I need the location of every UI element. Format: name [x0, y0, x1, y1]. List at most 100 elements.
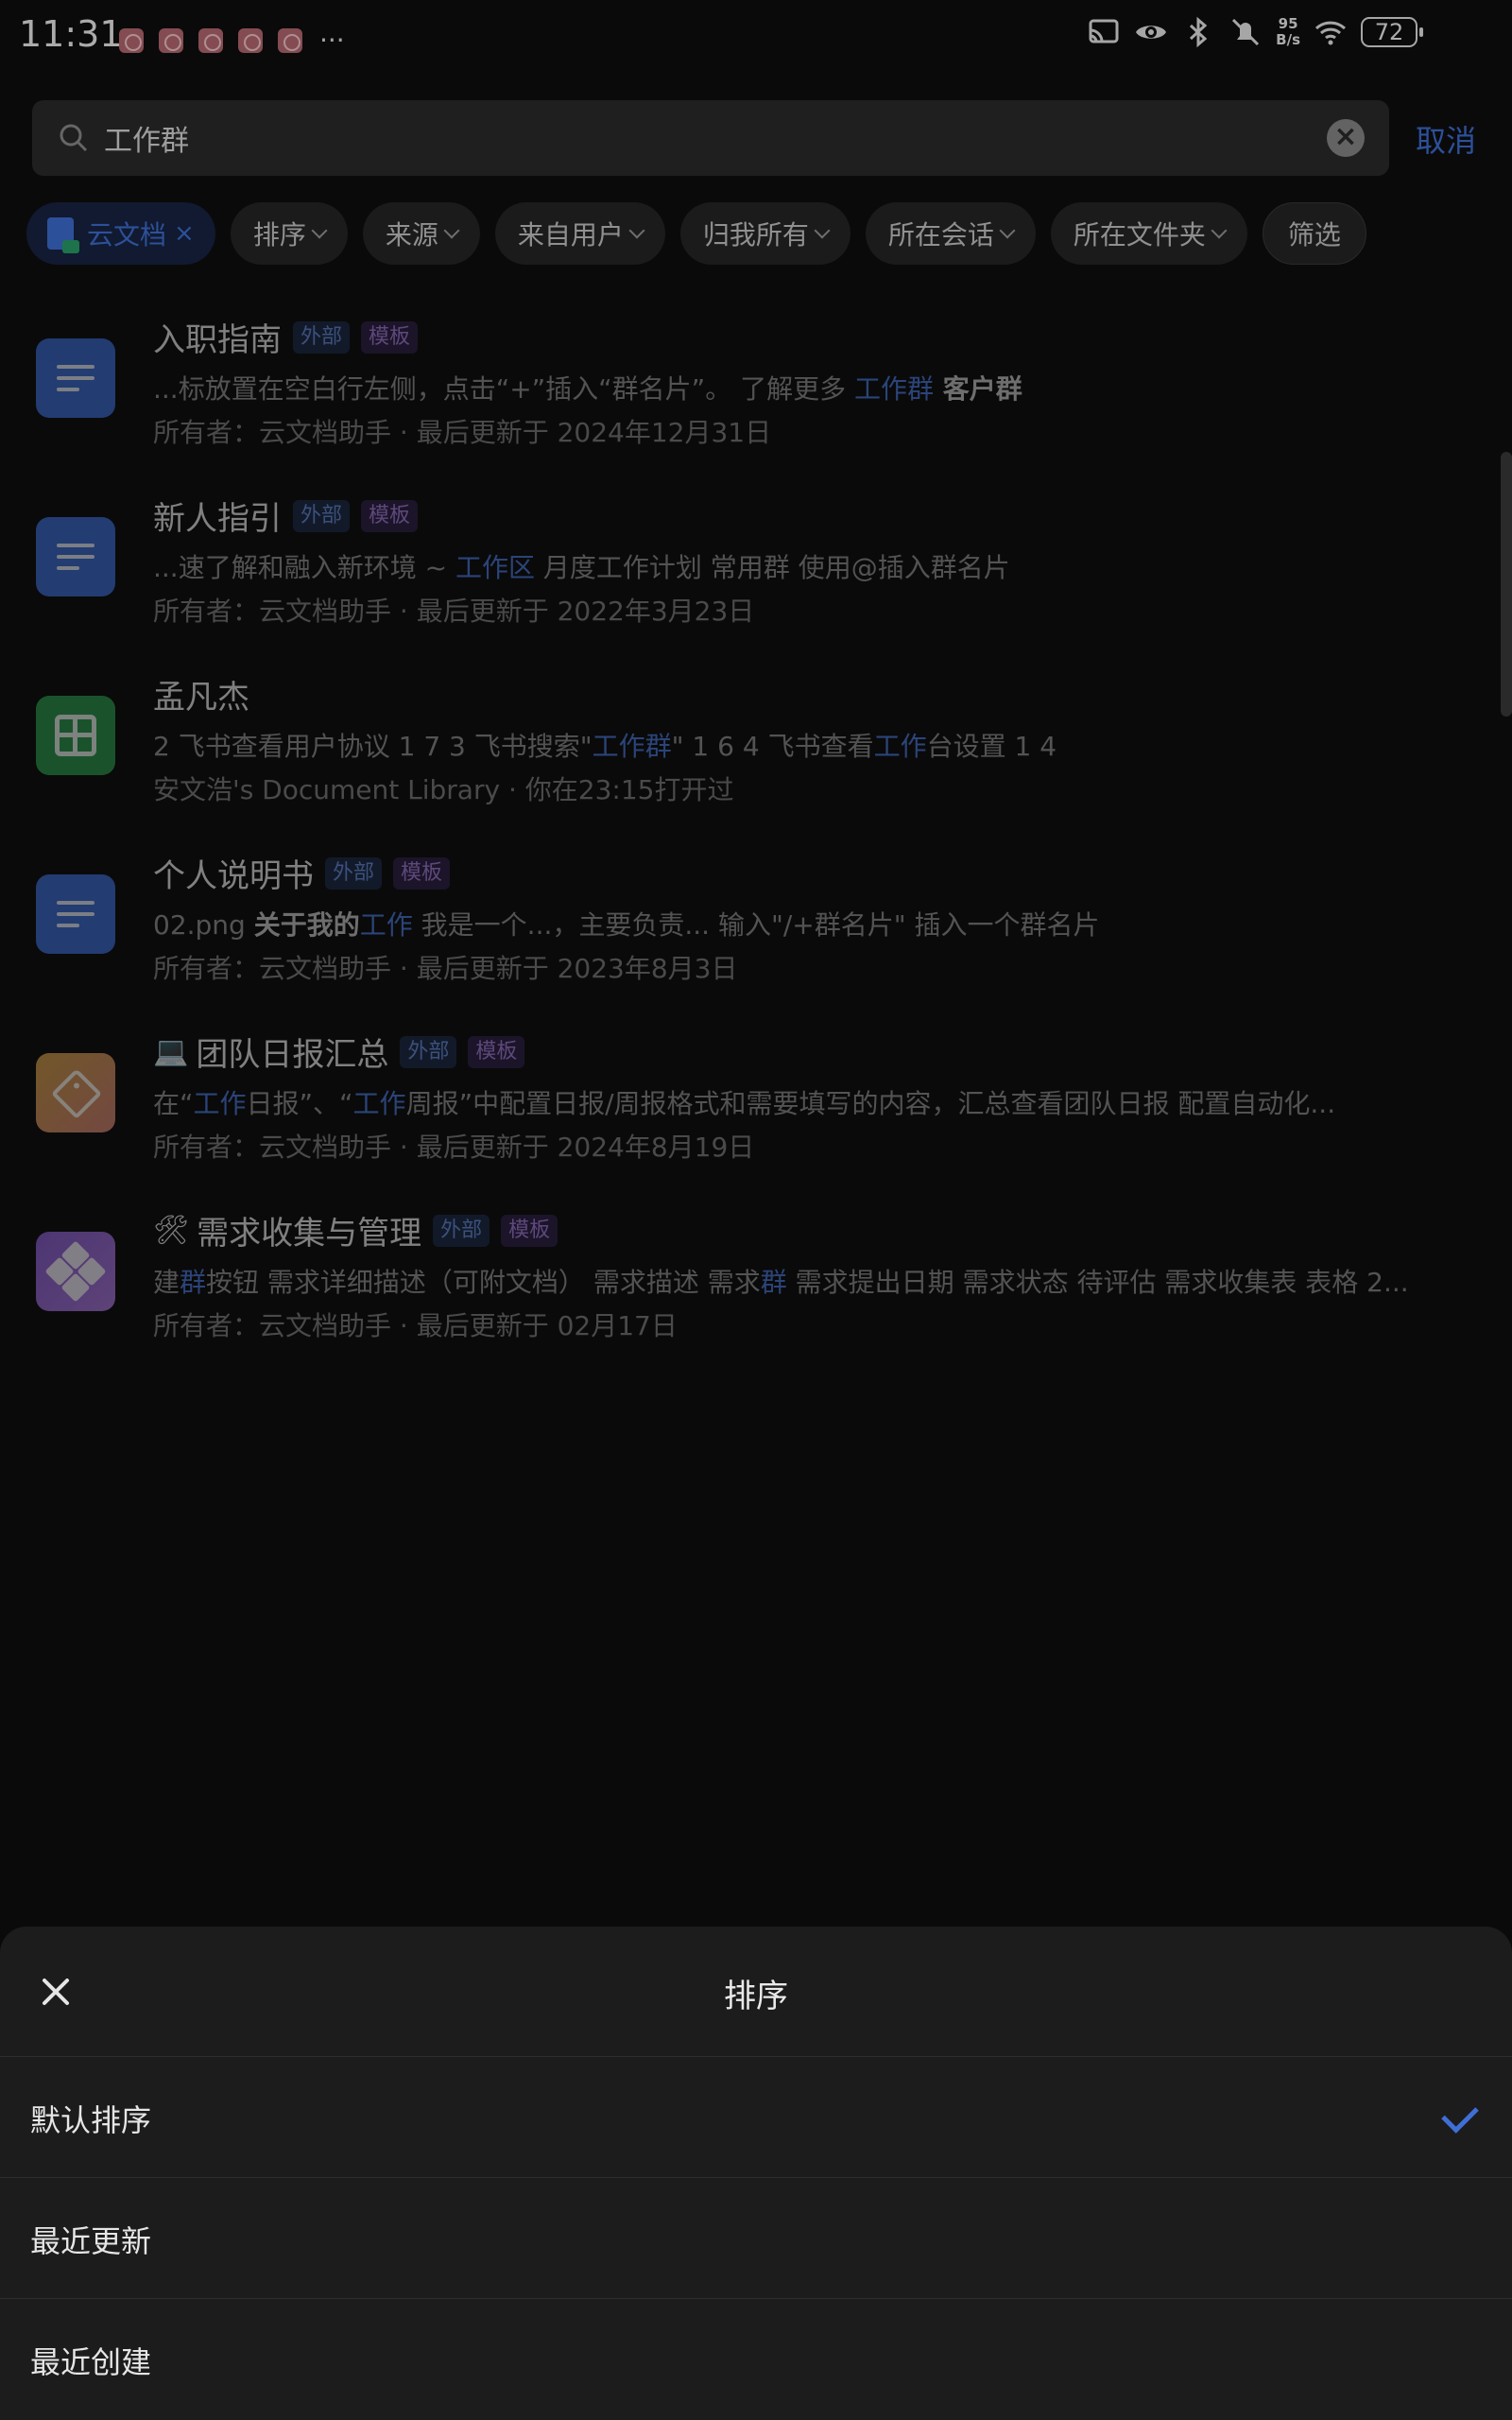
status-bar: 11:31 ··· 95 B/s 72: [0, 0, 1512, 76]
result-meta: 所有者：云文档助手 · 最后更新于 2022年3月23日: [153, 596, 755, 627]
filter-chip-owned-by-me[interactable]: 归我所有: [679, 202, 850, 265]
template-badge: 模板: [393, 856, 451, 890]
filter-chip-source[interactable]: 来源: [362, 202, 480, 265]
result-meta: 所有者：云文档助手 · 最后更新于 02月17日: [153, 1310, 678, 1341]
tools-icon: 🛠: [153, 1214, 190, 1247]
chevron-down-icon: [443, 222, 460, 239]
chevron-down-icon: [311, 222, 328, 239]
network-speed: 95 B/s: [1276, 15, 1300, 48]
template-badge: 模板: [361, 320, 419, 354]
result-snippet: 建群按钮 需求详细描述（可附文档） 需求描述 需求群 需求提出日期 需求状态 待…: [153, 1267, 1409, 1298]
search-input[interactable]: [104, 100, 1238, 176]
external-badge: 外部: [433, 1214, 490, 1247]
template-badge: 模板: [468, 1035, 525, 1068]
result-title-text: 需求收集与管理: [197, 1215, 422, 1253]
filter-chip-in-folder[interactable]: 所在文件夹: [1050, 202, 1247, 265]
result-item[interactable]: 🛠 需求收集与管理 外部 模板 建群按钮 需求详细描述（可附文档） 需求描述 需…: [0, 1196, 1512, 1374]
sheet-header: 排序: [0, 1927, 1512, 2057]
bluetooth-icon: [1190, 16, 1208, 48]
search-icon: [60, 124, 88, 152]
laptop-icon: 💻: [153, 1035, 189, 1068]
sort-option-label: 默认排序: [30, 2102, 152, 2138]
filter-chips: 云文档 × 排序 来源 来自用户 归我所有 所在会话 所在文件夹 筛选: [26, 202, 1366, 265]
result-item[interactable]: 孟凡杰 2 飞书查看用户协议 1 7 3 飞书搜索"工作群" 1 6 4 飞书查…: [0, 660, 1512, 838]
result-meta: 安文浩's Document Library · 你在23:15打开过: [153, 774, 734, 805]
result-snippet: ...速了解和融入新环境 ~ 工作区 月度工作计划 常用群 使用@插入群名片: [153, 552, 1010, 583]
external-badge: 外部: [325, 856, 383, 890]
result-title: 🛠 需求收集与管理 外部 模板: [153, 1207, 558, 1253]
clear-search-icon[interactable]: ×: [1327, 119, 1365, 157]
app-notification-icon: [198, 27, 223, 53]
sort-option-recent-created[interactable]: 最近创建: [0, 2299, 1512, 2420]
clock: 11:31: [19, 13, 123, 55]
cloud-doc-icon: [47, 217, 79, 253]
search-results: 入职指南 外部 模板 ...标放置在空白行左侧，点击“+”插入“群名片”。 了解…: [0, 302, 1512, 1374]
cast-icon: [1089, 19, 1119, 43]
sort-option-default[interactable]: 默认排序: [0, 2057, 1512, 2178]
result-title: 孟凡杰: [153, 671, 249, 717]
filter-chip-label: 来自用户: [517, 219, 624, 251]
template-badge: 模板: [501, 1214, 558, 1247]
mute-bell-icon: [1232, 18, 1260, 46]
result-snippet: ...标放置在空白行左侧，点击“+”插入“群名片”。 了解更多 工作群 客户群: [153, 373, 1022, 405]
result-snippet: 2 飞书查看用户协议 1 7 3 飞书搜索"工作群" 1 6 4 飞书查看工作台…: [153, 731, 1057, 762]
app-notification-icon: [238, 27, 263, 53]
sheet-title: 排序: [724, 1978, 788, 2015]
base-app-icon: [36, 1232, 115, 1311]
doc-icon: [36, 338, 115, 418]
cancel-button[interactable]: 取消: [1416, 117, 1476, 161]
chevron-down-icon: [999, 222, 1016, 239]
result-meta: 所有者：云文档助手 · 最后更新于 2024年8月19日: [153, 1132, 755, 1163]
wifi-icon: [1314, 21, 1347, 45]
result-title-text: 新人指引: [153, 500, 282, 538]
result-title: 💻 团队日报汇总 外部 模板: [153, 1028, 525, 1075]
sort-option-recent-update[interactable]: 最近更新: [0, 2178, 1512, 2299]
filter-chip-label: 排序: [252, 219, 306, 251]
filter-chip-cloud-docs[interactable]: 云文档 ×: [26, 202, 215, 265]
sort-bottom-sheet: 排序 默认排序 最近更新 最近创建: [0, 1927, 1512, 2420]
template-badge: 模板: [361, 499, 419, 532]
app-notification-icon: [159, 27, 183, 53]
filter-chip-label: 来源: [385, 219, 438, 251]
doc-icon: [36, 517, 115, 596]
doc-icon: [36, 874, 115, 954]
spreadsheet-icon: [36, 696, 115, 775]
result-item[interactable]: 💻 团队日报汇总 外部 模板 在“工作日报”、“工作周报”中配置日报/周报格式和…: [0, 1017, 1512, 1196]
battery-indicator: 72: [1361, 17, 1423, 47]
filter-chip-from-user[interactable]: 来自用户: [494, 202, 665, 265]
result-title: 入职指南 外部 模板: [153, 314, 419, 360]
result-meta: 所有者：云文档助手 · 最后更新于 2023年8月3日: [153, 953, 738, 984]
result-snippet: 02.png 关于我的工作 我是一个...，主要负责... 输入"/+群名片" …: [153, 909, 1100, 941]
result-title-text: 团队日报汇总: [196, 1036, 389, 1074]
result-title-text: 入职指南: [153, 321, 282, 359]
chevron-down-icon: [628, 222, 645, 239]
external-badge: 外部: [400, 1035, 457, 1068]
result-title: 新人指引 外部 模板: [153, 493, 419, 539]
filter-chip-label: 所在文件夹: [1073, 219, 1206, 251]
notification-icons: ···: [119, 25, 345, 56]
filter-button[interactable]: 筛选: [1262, 202, 1366, 265]
app-notification-icon: [278, 27, 302, 53]
chevron-down-icon: [1211, 222, 1228, 239]
result-item[interactable]: 新人指引 外部 模板 ...速了解和融入新环境 ~ 工作区 月度工作计划 常用群…: [0, 481, 1512, 660]
remove-filter-icon[interactable]: ×: [174, 219, 195, 248]
chevron-down-icon: [814, 222, 831, 239]
filter-chip-label: 归我所有: [702, 219, 809, 251]
result-item[interactable]: 个人说明书 外部 模板 02.png 关于我的工作 我是一个...，主要负责..…: [0, 838, 1512, 1017]
external-badge: 外部: [293, 320, 351, 354]
filter-chip-in-chat[interactable]: 所在会话: [865, 202, 1036, 265]
result-title-text: 个人说明书: [153, 857, 314, 895]
result-title: 个人说明书 外部 模板: [153, 850, 451, 896]
tag-app-icon: [36, 1053, 115, 1132]
app-notification-icon: [119, 27, 144, 53]
filter-chip-label: 所在会话: [887, 219, 994, 251]
scrollbar[interactable]: [1501, 452, 1512, 717]
filter-chip-label: 云文档: [87, 219, 167, 251]
result-snippet: 在“工作日报”、“工作周报”中配置日报/周报格式和需要填写的内容，汇总查看团队日…: [153, 1088, 1336, 1119]
external-badge: 外部: [293, 499, 351, 532]
result-item[interactable]: 入职指南 外部 模板 ...标放置在空白行左侧，点击“+”插入“群名片”。 了解…: [0, 302, 1512, 481]
filter-chip-sort[interactable]: 排序: [230, 202, 348, 265]
more-notifications-icon: ···: [319, 25, 345, 56]
search-bar[interactable]: ×: [32, 100, 1389, 176]
system-icons: 95 B/s 72: [1087, 15, 1423, 49]
